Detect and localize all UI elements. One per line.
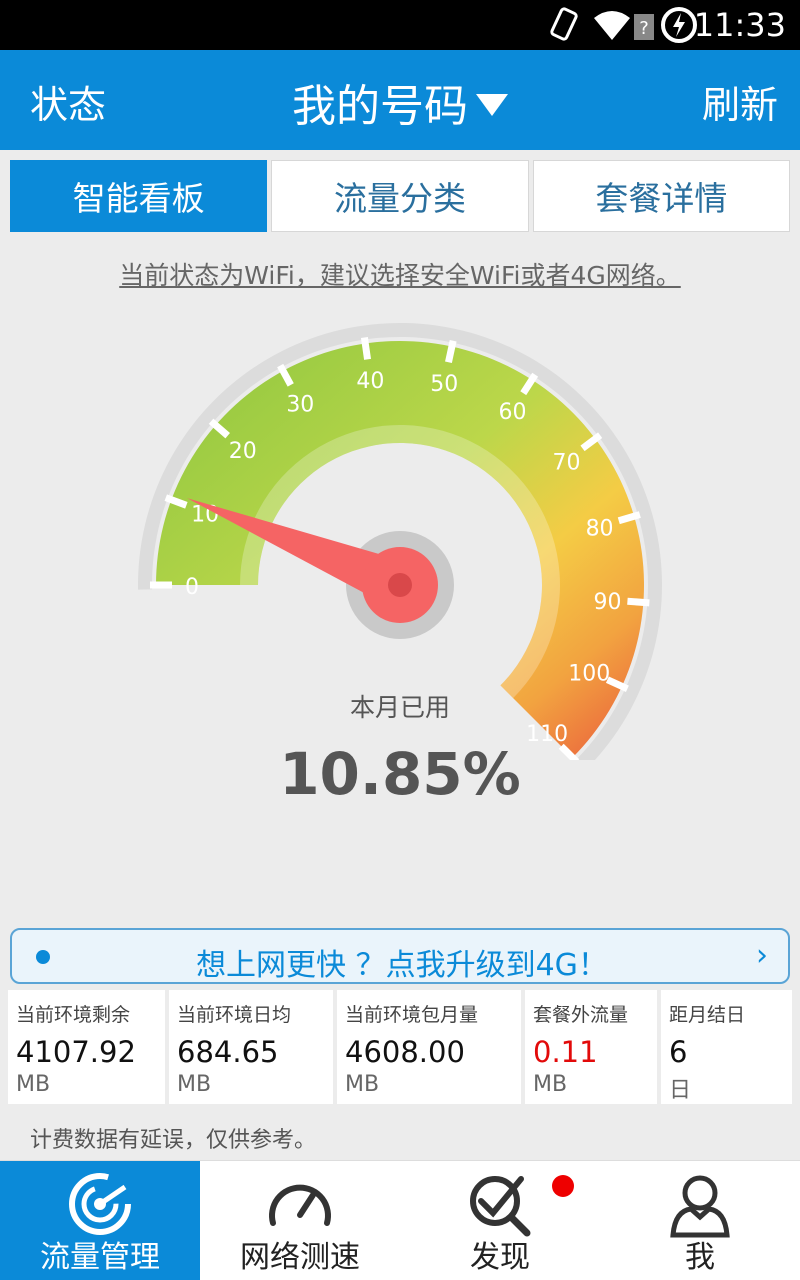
- stat-days-to-billing: 距月结日 6 日: [661, 990, 792, 1104]
- screen-rotate-icon: [550, 7, 578, 41]
- signal-unknown-icon: ?: [634, 14, 654, 40]
- gauge-tick-label: 30: [286, 392, 314, 417]
- used-percentage: 10.85%: [279, 740, 521, 808]
- gauge-tick-label: 0: [185, 575, 199, 600]
- tab-dashboard[interactable]: 智能看板: [10, 160, 268, 232]
- svg-text:?: ?: [639, 18, 649, 39]
- app-root: ? 11:33 状态 我的号码 刷新 智能看板 流量分类 套餐详情 当前状态为W…: [0, 0, 800, 1280]
- nav-discover[interactable]: 发现: [400, 1161, 600, 1280]
- tab-traffic-category[interactable]: 流量分类: [271, 160, 529, 232]
- gauge-tick-label: 20: [229, 439, 257, 464]
- stat-extra-traffic: 套餐外流量 0.11 MB: [525, 990, 657, 1104]
- discover-badge: [552, 1175, 574, 1197]
- gauge-tick-label: 70: [553, 450, 581, 475]
- person-icon: [670, 1175, 730, 1238]
- gauge-tick-label: 100: [568, 661, 610, 686]
- speedometer-icon: [269, 1184, 331, 1226]
- gauge-tick-label: 60: [498, 400, 526, 425]
- gauge-tick-label: 50: [430, 372, 458, 397]
- used-label: 本月已用: [349, 693, 450, 722]
- banner-text: 想上网更快 ？点我升级到4G！: [196, 948, 608, 983]
- tab-plan-details[interactable]: 套餐详情: [532, 160, 790, 232]
- battery-charging-icon: [661, 7, 697, 43]
- title-bar: 状态 我的号码 刷新: [0, 50, 800, 150]
- bottom-nav: 流量管理 网络测速 发现 我: [0, 1160, 800, 1280]
- number-selector[interactable]: 我的号码: [0, 70, 800, 134]
- nav-traffic-management[interactable]: 流量管理: [0, 1161, 200, 1280]
- stat-remaining: 当前环境剩余 4107.92 MB: [8, 990, 165, 1104]
- gauge-tick-label: 80: [586, 516, 614, 541]
- tab-bar: 智能看板 流量分类 套餐详情: [10, 160, 790, 232]
- gauge-tick-label: 40: [356, 369, 384, 394]
- wifi-icon: [594, 11, 630, 40]
- stat-monthly-quota: 当前环境包月量 4608.00 MB: [337, 990, 521, 1104]
- clock: 11:33: [693, 6, 786, 44]
- gauge-tick-label: 90: [593, 590, 621, 615]
- stats-row: 当前环境剩余 4107.92 MB 当前环境日均 684.65 MB 当前环境包…: [8, 990, 792, 1104]
- page-title: 我的号码: [292, 81, 468, 132]
- nav-me[interactable]: 我: [600, 1161, 800, 1280]
- upgrade-4g-banner[interactable]: 想上网更快 ？点我升级到4G！ ›: [10, 928, 790, 984]
- gauge-tick: [627, 597, 650, 607]
- gauge-tick: [360, 337, 372, 360]
- billing-delay-note: 计费数据有延误，仅供参考。: [30, 1128, 317, 1153]
- stat-daily-average: 当前环境日均 684.65 MB: [169, 990, 333, 1104]
- chevron-right-icon: ›: [756, 938, 768, 973]
- discover-icon: [470, 1176, 531, 1237]
- nav-speed-test[interactable]: 网络测速: [200, 1161, 400, 1280]
- gauge-tick: [445, 339, 457, 363]
- dropdown-triangle-icon: [476, 94, 508, 116]
- traffic-icon: [69, 1173, 131, 1235]
- network-notice[interactable]: 当前状态为WiFi，建议选择安全WiFi或者4G网络。: [0, 256, 800, 292]
- refresh-button[interactable]: 刷新: [702, 74, 778, 129]
- gauge-hub-center: [388, 573, 412, 597]
- status-bar: ? 11:33: [0, 0, 800, 50]
